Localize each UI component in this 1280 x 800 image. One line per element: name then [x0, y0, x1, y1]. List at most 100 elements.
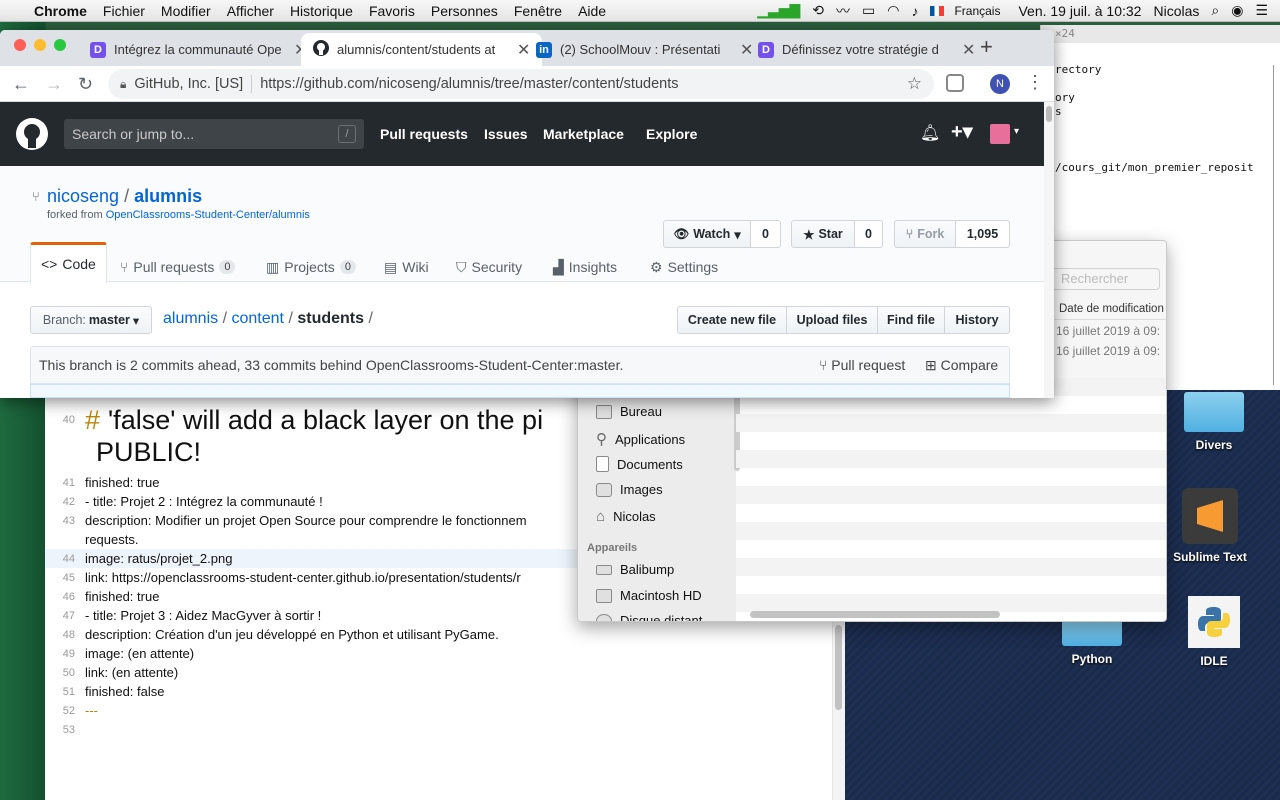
menu-fenetre[interactable]: Fenêtre	[506, 3, 570, 19]
github-logo-icon[interactable]	[16, 118, 48, 153]
forked-from-link[interactable]: OpenClassrooms-Student-Center/alumnis	[106, 209, 310, 221]
line-number: 47	[62, 609, 75, 622]
address-bar[interactable]: 🔒︎ GitHub, Inc. [US] https://github.com/…	[108, 69, 934, 99]
project-icon: ▥	[266, 258, 280, 275]
editor-line: 52 ---	[45, 701, 835, 720]
user-avatar[interactable]	[990, 124, 1010, 144]
breadcrumb-separator: /	[288, 310, 293, 327]
menu-aide[interactable]: Aide	[570, 3, 614, 19]
create-new-file-button[interactable]: Create new file	[677, 306, 787, 334]
nav-marketplace[interactable]: Marketplace	[543, 126, 624, 142]
siri-icon[interactable]: ◉	[1225, 2, 1249, 19]
spotlight-search-icon[interactable]: ⌕	[1205, 2, 1225, 19]
menu-user[interactable]: Nicolas	[1147, 3, 1205, 19]
tab-pull-requests[interactable]: ⑂ Pull requests 0	[120, 252, 236, 282]
desktop-icon-sublime-text[interactable]: Sublime Text	[1155, 488, 1265, 564]
menu-modifier[interactable]: Modifier	[153, 3, 219, 19]
forward-button[interactable]: →	[45, 74, 63, 95]
activity-icon[interactable]: 〰	[830, 1, 856, 21]
history-button[interactable]: History	[944, 306, 1010, 334]
sidebar-item-bureau[interactable]: Bureau	[596, 404, 662, 419]
back-button[interactable]: ←	[12, 74, 30, 95]
sidebar-item-balibump[interactable]: Balibump	[596, 562, 674, 577]
volume-icon[interactable]: ♪	[905, 3, 924, 19]
notifications-bell-icon[interactable]: 🔔︎	[920, 123, 940, 143]
tab-wiki[interactable]: ▤ Wiki	[384, 252, 429, 282]
terminal-scrollbar[interactable]	[1273, 65, 1277, 385]
menu-app-name[interactable]: Chrome	[26, 3, 95, 19]
menu-personnes[interactable]: Personnes	[423, 3, 506, 19]
tab-github-alumnis[interactable]: alumnis/content/students at ✕	[301, 33, 543, 66]
upload-files-button[interactable]: Upload files	[786, 306, 878, 334]
chevron-down-icon[interactable]: ▾	[1014, 126, 1019, 137]
desktop-icon-idle[interactable]: IDLE	[1159, 596, 1269, 668]
nav-issues[interactable]: Issues	[484, 126, 528, 142]
star-count[interactable]: 0	[855, 220, 883, 248]
tab-insights[interactable]: ▟ Insights	[553, 252, 617, 282]
watch-count[interactable]: 0	[751, 220, 781, 248]
desktop-icon-python[interactable]: Python	[1037, 620, 1147, 666]
breadcrumb-item-content[interactable]: content	[232, 310, 284, 327]
nav-pull-requests[interactable]: Pull requests	[380, 126, 468, 142]
signal-strength-icon[interactable]: ▁▃▅▇	[751, 2, 806, 19]
menu-favoris[interactable]: Favoris	[361, 3, 423, 19]
page-scroll-thumb[interactable]	[1046, 106, 1052, 122]
fork-count[interactable]: 1,095	[956, 220, 1010, 248]
sidebar-item-nicolas[interactable]: ⌂ Nicolas	[596, 508, 656, 525]
breadcrumb-item-alumnis[interactable]: alumnis	[163, 310, 218, 327]
desktop-icon-divers[interactable]: Divers	[1159, 392, 1269, 452]
browser-toolbar: ← → ↻ 🔒︎ GitHub, Inc. [US] https://githu…	[0, 66, 1054, 102]
finder-search-field[interactable]: Rechercher	[1048, 268, 1160, 290]
page-scrollbar[interactable]	[1044, 102, 1054, 398]
compare-link[interactable]: ⊞ Compare	[925, 357, 998, 374]
pull-request-link[interactable]: ⑂ Pull request	[819, 357, 905, 373]
find-file-button[interactable]: Find file	[877, 306, 945, 334]
finder-h-scroll-thumb[interactable]	[750, 611, 1000, 618]
sidebar-item-documents[interactable]: Documents	[596, 456, 683, 472]
bookmark-star-icon[interactable]: ☆	[907, 74, 922, 94]
fork-button[interactable]: ⑂ Fork	[894, 220, 956, 248]
sidebar-item-macintosh-hd[interactable]: Macintosh HD	[596, 588, 702, 603]
branch-select-button[interactable]: Branch: master ▾	[30, 306, 152, 334]
editor-scroll-thumb[interactable]	[835, 625, 842, 710]
menu-fichier[interactable]: Fichier	[95, 3, 153, 19]
github-search-input[interactable]: Search or jump to... /	[64, 119, 364, 149]
repo-name-link[interactable]: alumnis	[134, 186, 202, 206]
finder-column-header-date[interactable]: Date de modification	[1048, 298, 1166, 320]
menu-clock[interactable]: Ven. 19 juil. à 10:32	[1012, 3, 1147, 19]
tab-code[interactable]: <> Code	[30, 242, 107, 283]
close-icon[interactable]: ✕	[962, 40, 975, 60]
tab-security[interactable]: ⛉ Security	[456, 252, 522, 282]
close-window-button[interactable]	[14, 39, 26, 51]
new-tab-button[interactable]: +	[980, 34, 993, 60]
line-text: description: Création d'un jeu développé…	[85, 627, 499, 642]
create-new-plus-icon[interactable]: +▾	[951, 119, 973, 144]
repo-owner-link[interactable]: nicoseng	[47, 186, 119, 206]
watch-button[interactable]: 👁︎ Watch ▾	[663, 220, 751, 248]
star-button[interactable]: ★ Star	[791, 220, 855, 248]
tab-openclassrooms-strategie[interactable]: D Définissez votre stratégie d ✕	[746, 33, 987, 66]
time-machine-icon[interactable]: ⟲	[806, 2, 830, 19]
skype-extension-icon[interactable]	[946, 74, 964, 92]
tab-projects[interactable]: ▥ Projects 0	[266, 252, 356, 282]
notification-center-icon[interactable]: ☰	[1249, 2, 1280, 19]
chrome-menu-icon[interactable]: ⋮	[1026, 72, 1044, 93]
sidebar-item-images[interactable]: Images	[596, 482, 663, 497]
reload-button[interactable]: ↻	[78, 74, 93, 95]
input-source-menu[interactable]: Français	[924, 4, 1012, 18]
menu-historique[interactable]: Historique	[282, 3, 361, 19]
menu-afficher[interactable]: Afficher	[219, 3, 282, 19]
chevron-down-icon: ▾	[132, 313, 140, 328]
tab-settings[interactable]: ⚙ Settings	[650, 252, 718, 282]
profile-avatar[interactable]: N	[990, 74, 1010, 94]
tab-linkedin-schoolmouv[interactable]: in (2) SchoolMouv : Présentati ✕	[524, 33, 765, 66]
sidebar-item-applications[interactable]: ⚲ Applications	[596, 430, 685, 448]
sidebar-item-disque-distant[interactable]: Disque distant	[596, 613, 702, 621]
wifi-icon[interactable]: ◠	[881, 2, 905, 19]
nav-explore[interactable]: Explore	[646, 126, 697, 142]
battery-icon[interactable]: ▭	[856, 2, 881, 19]
latest-commit-bar	[30, 384, 1010, 398]
maximize-window-button[interactable]	[54, 39, 66, 51]
tab-openclassrooms-communaute[interactable]: D Intégrez la communauté Ope ✕	[78, 33, 319, 66]
minimize-window-button[interactable]	[34, 39, 46, 51]
